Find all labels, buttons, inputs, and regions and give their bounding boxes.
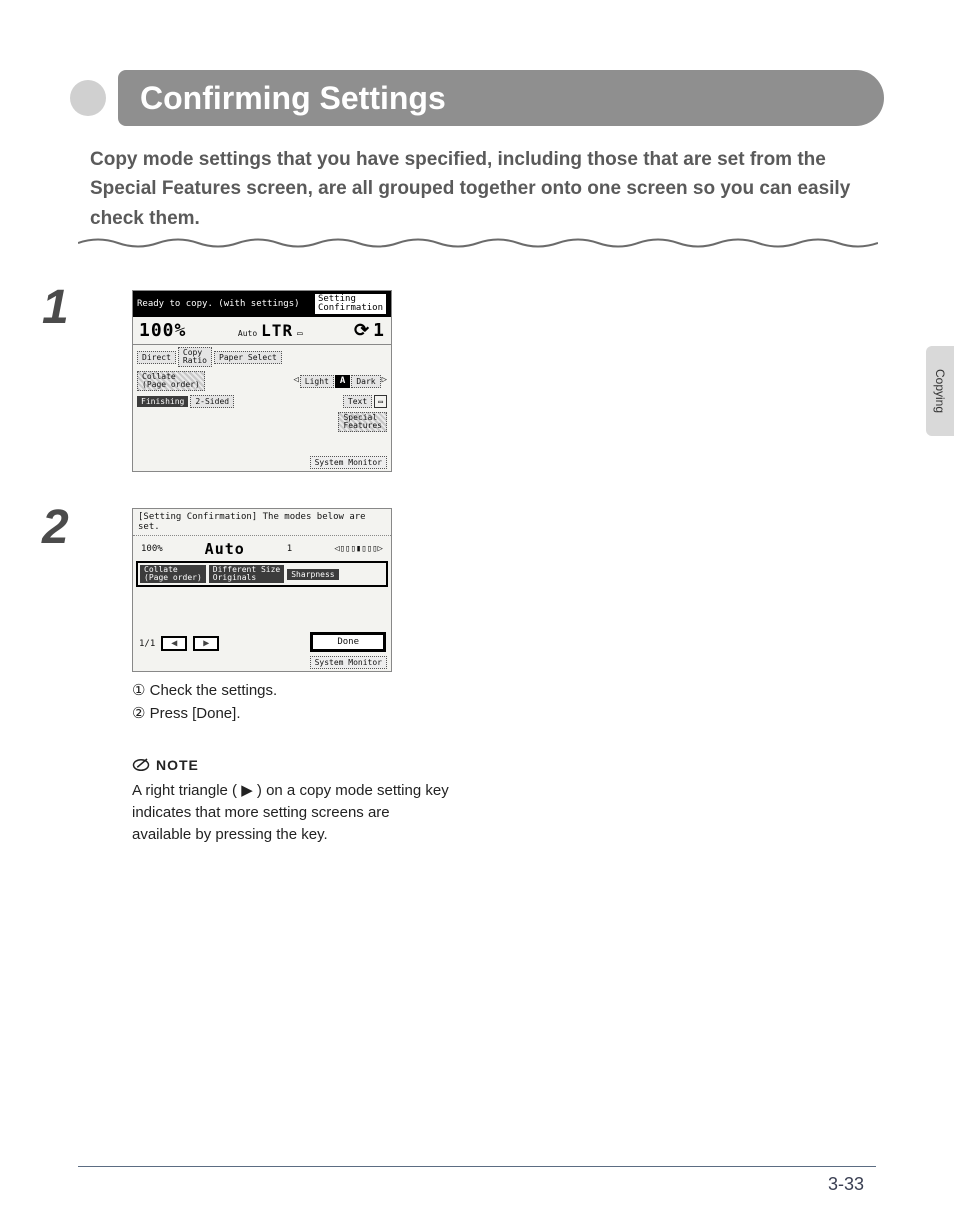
- lcd1-status: Ready to copy. (with settings): [137, 299, 300, 309]
- instruction-line-1: ① Check the settings.: [132, 680, 277, 703]
- page-heading-bar: Confirming Settings: [118, 70, 884, 126]
- system-monitor-button-2[interactable]: System Monitor: [310, 656, 387, 669]
- mode-collate[interactable]: Collate (Page order): [140, 565, 206, 583]
- setting-confirmation-button[interactable]: Setting Confirmation: [314, 293, 387, 315]
- mode-sharpness[interactable]: Sharpness: [287, 569, 338, 580]
- lcd2-copies: 1: [287, 544, 292, 554]
- lcd2-density-icon: ◁▯▯▯▮▯▯▯▷: [334, 544, 383, 554]
- text-mode-button[interactable]: Text: [343, 395, 372, 408]
- step-2-instructions: ① Check the settings. ② Press [Done].: [132, 680, 277, 725]
- paper-auto-label: Auto: [238, 329, 257, 338]
- mode-different-size-originals[interactable]: Different Size Originals: [209, 565, 284, 583]
- lcd-screen-1: Ready to copy. (with settings) Setting C…: [132, 290, 392, 472]
- copy-ratio-value: 100%: [139, 320, 186, 341]
- page-title: Confirming Settings: [140, 80, 446, 117]
- heading-bullet: [70, 80, 106, 116]
- paper-size-value: LTR: [261, 321, 293, 340]
- wavy-divider: [78, 236, 878, 250]
- copies-count: 1: [373, 320, 385, 341]
- density-left-icon: ◁: [293, 375, 298, 388]
- light-button[interactable]: Light: [300, 375, 334, 388]
- page-number: 3-33: [828, 1174, 864, 1195]
- system-monitor-button-1[interactable]: System Monitor: [310, 456, 387, 469]
- note-label: NOTE: [156, 757, 199, 773]
- copy-ratio-button[interactable]: Copy Ratio: [178, 347, 212, 367]
- direct-button[interactable]: Direct: [137, 351, 176, 364]
- density-right-icon: ▷: [382, 375, 387, 388]
- dark-button[interactable]: Dark: [351, 375, 380, 388]
- step-2-number: 2: [42, 500, 69, 555]
- footer-divider: [78, 1166, 876, 1167]
- copies-icon: ⟳: [354, 320, 370, 341]
- two-sided-button[interactable]: 2-Sided: [190, 395, 234, 408]
- lcd2-ratio: 100%: [141, 544, 163, 554]
- finishing-button[interactable]: Finishing: [137, 396, 188, 407]
- step-1-number: 1: [42, 280, 69, 335]
- section-tab: Copying: [926, 346, 954, 436]
- original-type-icon: ▭: [374, 395, 387, 408]
- collate-button[interactable]: Collate (Page order): [137, 371, 205, 391]
- pager-prev-button[interactable]: ◀: [161, 636, 187, 651]
- paper-select-button[interactable]: Paper Select: [214, 351, 282, 364]
- section-tab-label: Copying: [933, 369, 947, 413]
- lcd2-paper: Auto: [205, 540, 245, 558]
- lcd-screen-2: [Setting Confirmation] The modes below a…: [132, 508, 392, 672]
- note-text: A right triangle ( ▶ ) on a copy mode se…: [132, 780, 452, 845]
- special-features-button[interactable]: Special Features: [338, 412, 387, 432]
- auto-density-button[interactable]: A: [335, 375, 350, 388]
- note-icon: [132, 756, 150, 774]
- landscape-icon: ▭: [297, 329, 302, 339]
- lcd2-title: [Setting Confirmation] The modes below a…: [133, 509, 391, 536]
- instruction-line-2: ② Press [Done].: [132, 703, 277, 726]
- pager-next-button[interactable]: ▶: [193, 636, 219, 651]
- intro-paragraph: Copy mode settings that you have specifi…: [90, 145, 864, 233]
- pager-indicator: 1/1: [139, 639, 155, 649]
- done-button[interactable]: Done: [311, 633, 385, 651]
